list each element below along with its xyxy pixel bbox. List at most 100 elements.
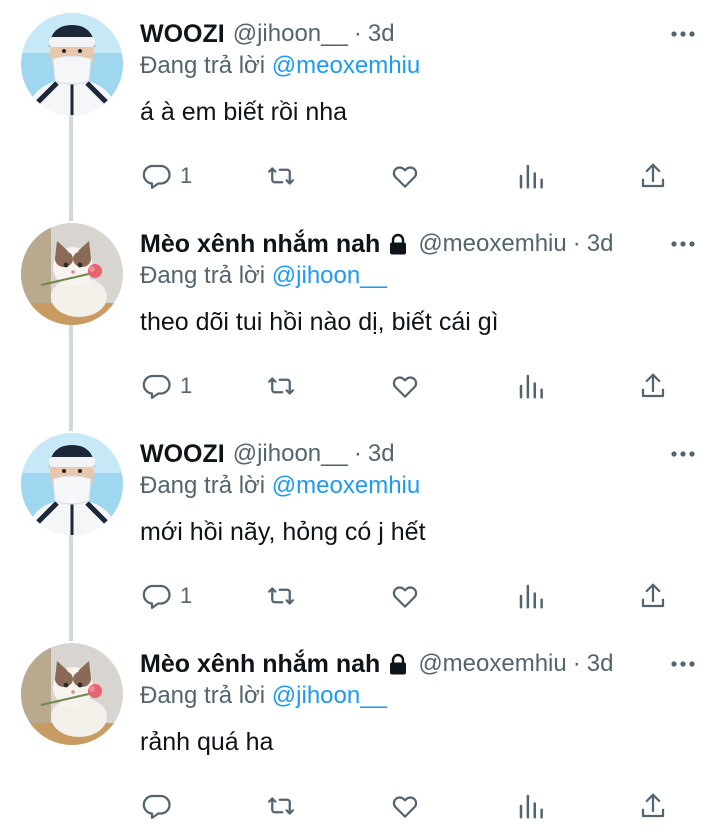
avatar[interactable] [21, 433, 123, 535]
tweet-actions: 1 [0, 156, 720, 196]
reply-icon [142, 374, 171, 399]
reply-count: 1 [180, 373, 193, 398]
separator: · [353, 440, 362, 467]
reply-button[interactable]: 1 [142, 576, 192, 616]
tweet-text: theo dõi tui hồi nào dị, biết cái gì [140, 308, 499, 336]
reply-mention-link[interactable]: @jihoon__ [272, 262, 387, 289]
author-name[interactable]: WOOZI [140, 440, 225, 469]
tweet[interactable]: Mèo xênh nhắm nah @meoxemhiu · 3d Đang t… [0, 210, 720, 431]
tweet[interactable]: WOOZI @jihoon__ · 3d Đang trả lời @meoxe… [0, 0, 720, 221]
replying-label: Đang trả lời [140, 472, 266, 499]
timestamp[interactable]: 3d [587, 230, 614, 258]
tweet-actions: 1 [0, 366, 720, 406]
heart-icon [392, 376, 418, 398]
tweet-text: mới hồi nãy, hỏng có j hết [140, 518, 426, 546]
share-button[interactable] [638, 786, 668, 826]
like-button[interactable] [390, 576, 420, 616]
author-handle[interactable]: @meoxemhiu [418, 230, 566, 258]
share-icon [641, 583, 665, 608]
replying-label: Đang trả lời [140, 682, 266, 709]
replying-label: Đang trả lời [140, 52, 266, 79]
author-name[interactable]: Mèo xênh nhắm nah [140, 650, 380, 679]
lock-icon [386, 652, 410, 676]
views-button[interactable] [516, 156, 546, 196]
avatar[interactable] [21, 13, 123, 115]
tweet-actions: 1 [0, 576, 720, 616]
like-button[interactable] [390, 366, 420, 406]
share-button[interactable] [638, 156, 668, 196]
retweet-button[interactable] [266, 576, 296, 616]
timestamp[interactable]: 3d [587, 650, 614, 678]
views-button[interactable] [516, 366, 546, 406]
retweet-button[interactable] [266, 156, 296, 196]
views-button[interactable] [516, 576, 546, 616]
reply-button[interactable]: 1 [142, 156, 192, 196]
reply-mention-link[interactable]: @meoxemhiu [272, 472, 420, 499]
heart-icon [392, 796, 418, 818]
share-button[interactable] [638, 576, 668, 616]
timestamp[interactable]: 3d [368, 440, 395, 468]
avatar[interactable] [21, 643, 123, 745]
more-options-icon[interactable] [670, 233, 696, 255]
more-options-icon[interactable] [670, 23, 696, 45]
timestamp[interactable]: 3d [368, 20, 395, 48]
tweet[interactable]: Mèo xênh nhắm nah @meoxemhiu · 3d Đang t… [0, 630, 720, 840]
heart-icon [392, 586, 418, 608]
author-handle[interactable]: @jihoon__ [233, 20, 348, 48]
author-handle[interactable]: @meoxemhiu [418, 650, 566, 678]
author-name[interactable]: WOOZI [140, 20, 225, 49]
views-icon [519, 374, 543, 399]
replying-to: Đang trả lời @meoxemhiu [140, 52, 420, 80]
like-button[interactable] [390, 156, 420, 196]
lock-icon [386, 232, 410, 256]
reply-icon [142, 584, 171, 609]
reply-thread: WOOZI @jihoon__ · 3d Đang trả lời @meoxe… [0, 0, 720, 828]
cat-avatar-image [21, 223, 123, 325]
heart-icon [392, 166, 418, 188]
retweet-icon [268, 377, 294, 395]
replying-to: Đang trả lời @jihoon__ [140, 262, 387, 290]
retweet-icon [268, 797, 294, 815]
reply-mention-link[interactable]: @jihoon__ [272, 682, 387, 709]
replying-to: Đang trả lời @meoxemhiu [140, 472, 420, 500]
separator: · [572, 230, 581, 257]
views-icon [519, 584, 543, 609]
tweet-header: WOOZI @jihoon__ · 3d [140, 437, 696, 471]
share-icon [641, 373, 665, 398]
reply-count: 1 [180, 163, 193, 188]
tweet-actions [0, 786, 720, 826]
replying-to: Đang trả lời @jihoon__ [140, 682, 387, 710]
share-button[interactable] [638, 366, 668, 406]
retweet-button[interactable] [266, 786, 296, 826]
author-handle[interactable]: @jihoon__ [233, 440, 348, 468]
more-options-icon[interactable] [670, 653, 696, 675]
views-button[interactable] [516, 786, 546, 826]
tweet-header: Mèo xênh nhắm nah @meoxemhiu · 3d [140, 227, 696, 261]
retweet-icon [268, 167, 294, 185]
share-icon [641, 163, 665, 188]
replying-label: Đang trả lời [140, 262, 266, 289]
woozi-avatar-image [21, 13, 123, 115]
author-name[interactable]: Mèo xênh nhắm nah [140, 230, 380, 259]
views-icon [519, 164, 543, 189]
reply-mention-link[interactable]: @meoxemhiu [272, 52, 420, 79]
reply-count: 1 [180, 583, 193, 608]
share-icon [641, 793, 665, 818]
tweet-text: á à em biết rồi nha [140, 98, 348, 126]
woozi-avatar-image [21, 433, 123, 535]
reply-icon [142, 794, 171, 819]
tweet-header: WOOZI @jihoon__ · 3d [140, 17, 696, 51]
tweet-text: rảnh quá ha [140, 728, 274, 756]
retweet-button[interactable] [266, 366, 296, 406]
reply-button[interactable] [142, 786, 180, 826]
tweet-header: Mèo xênh nhắm nah @meoxemhiu · 3d [140, 647, 696, 681]
reply-icon [142, 164, 171, 189]
avatar[interactable] [21, 223, 123, 325]
separator: · [353, 20, 362, 47]
reply-button[interactable]: 1 [142, 366, 192, 406]
separator: · [572, 650, 581, 677]
views-icon [519, 794, 543, 819]
tweet[interactable]: WOOZI @jihoon__ · 3d Đang trả lời @meoxe… [0, 420, 720, 641]
like-button[interactable] [390, 786, 420, 826]
more-options-icon[interactable] [670, 443, 696, 465]
